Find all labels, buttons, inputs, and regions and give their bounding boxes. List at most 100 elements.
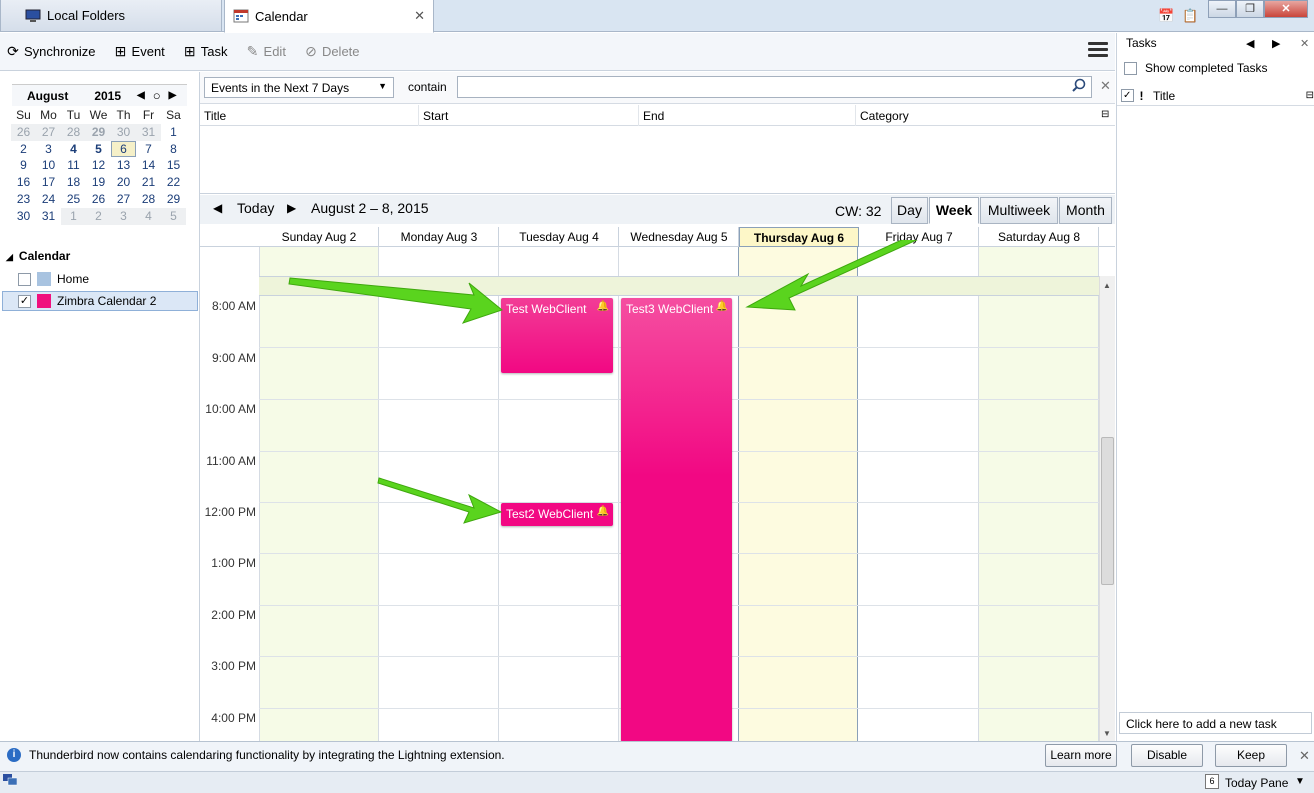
- close-icon[interactable]: ✕: [414, 8, 425, 24]
- day-cell[interactable]: 28: [136, 191, 161, 208]
- day-cell[interactable]: 20: [111, 174, 136, 191]
- delete-button[interactable]: ⊘ Delete: [304, 43, 359, 60]
- clear-search-icon[interactable]: ✕: [1100, 78, 1111, 94]
- collapse-icon[interactable]: ◢: [6, 252, 13, 262]
- tab-calendar[interactable]: Calendar ✕: [224, 0, 434, 33]
- today-circle-icon[interactable]: ○: [153, 88, 161, 103]
- minicalendar-month[interactable]: August: [27, 89, 68, 103]
- keep-button[interactable]: Keep: [1215, 744, 1287, 767]
- online-status-icon[interactable]: [3, 774, 18, 789]
- day-cell[interactable]: 4: [61, 141, 86, 158]
- column-picker-icon[interactable]: ⊟: [1306, 90, 1314, 101]
- calendar-checkbox[interactable]: [18, 272, 31, 286]
- next-month-icon[interactable]: ▶: [169, 90, 177, 101]
- priority-column[interactable]: !: [1140, 89, 1151, 103]
- view-tab-multiweek[interactable]: Multiweek: [980, 197, 1058, 224]
- day-cell[interactable]: 22: [161, 174, 186, 191]
- next-pane-icon[interactable]: ▶: [1272, 37, 1280, 50]
- day-cell[interactable]: 31: [136, 123, 161, 141]
- day-cell[interactable]: 27: [111, 191, 136, 208]
- day-cell[interactable]: 10: [36, 157, 61, 174]
- chevron-down-icon[interactable]: ▼: [1295, 776, 1305, 787]
- day-cell[interactable]: 5: [86, 141, 111, 158]
- day-cell[interactable]: 15: [161, 157, 186, 174]
- day-cell[interactable]: 2: [11, 141, 36, 158]
- new-event-button[interactable]: ⊞ Event: [114, 43, 165, 60]
- day-cell[interactable]: 26: [11, 123, 36, 141]
- scroll-down-icon[interactable]: ▼: [1103, 729, 1111, 738]
- menu-icon[interactable]: [1088, 42, 1108, 60]
- close-icon[interactable]: ✕: [1299, 748, 1310, 764]
- day-cell[interactable]: 12: [86, 157, 111, 174]
- column-title[interactable]: Title: [200, 105, 419, 126]
- day-cell[interactable]: 30: [111, 123, 136, 141]
- close-window-icon[interactable]: ✕: [1264, 0, 1308, 18]
- minimize-icon[interactable]: —: [1208, 0, 1236, 18]
- learn-more-button[interactable]: Learn more: [1045, 744, 1117, 767]
- day-cell[interactable]: 2: [86, 207, 111, 225]
- previous-week-icon[interactable]: ◀: [213, 201, 222, 215]
- close-icon[interactable]: ✕: [1300, 37, 1309, 50]
- day-cell[interactable]: 28: [61, 123, 86, 141]
- day-cell[interactable]: 21: [136, 174, 161, 191]
- day-cell[interactable]: 25: [61, 191, 86, 208]
- calendar-list-header[interactable]: ◢ Calendar: [6, 249, 70, 263]
- column-start[interactable]: Start: [419, 105, 639, 126]
- calendar-item-home[interactable]: Home: [2, 269, 198, 289]
- day-cell[interactable]: 29: [86, 123, 111, 141]
- column-picker-icon[interactable]: ⊟: [1101, 105, 1115, 125]
- previous-pane-icon[interactable]: ◀: [1246, 37, 1254, 50]
- show-completed-checkbox[interactable]: Show completed Tasks: [1124, 61, 1268, 75]
- search-icon[interactable]: [1072, 78, 1086, 95]
- completed-column-icon[interactable]: ✓: [1121, 89, 1134, 102]
- day-cell[interactable]: 26: [86, 191, 111, 208]
- view-tab-month[interactable]: Month: [1059, 197, 1112, 224]
- day-cell[interactable]: 23: [11, 191, 36, 208]
- event-filter-select[interactable]: Events in the Next 7 Days ▼: [204, 77, 394, 98]
- prev-month-icon[interactable]: ◀: [137, 90, 145, 101]
- disable-button[interactable]: Disable: [1131, 744, 1203, 767]
- view-tab-week[interactable]: Week: [929, 197, 979, 224]
- day-cell[interactable]: 30: [11, 208, 36, 225]
- day-cell[interactable]: 27: [36, 123, 61, 141]
- day-cell[interactable]: 3: [111, 207, 136, 225]
- day-cell[interactable]: 4: [136, 207, 161, 225]
- minicalendar-year[interactable]: 2015: [94, 89, 121, 103]
- day-header[interactable]: Saturday Aug 8: [979, 227, 1099, 247]
- maximize-icon[interactable]: ❐: [1236, 0, 1264, 18]
- day-cell-today[interactable]: 6: [111, 140, 136, 158]
- column-category[interactable]: Category: [856, 105, 1101, 126]
- day-cell[interactable]: 13: [111, 157, 136, 174]
- day-cell[interactable]: 5: [161, 207, 186, 225]
- day-cell[interactable]: 1: [161, 124, 186, 141]
- synchronize-button[interactable]: ⟳ Synchronize: [6, 43, 95, 60]
- scroll-up-icon[interactable]: ▲: [1103, 281, 1111, 290]
- scrollbar-thumb[interactable]: [1101, 437, 1114, 585]
- day-cell[interactable]: 29: [161, 191, 186, 208]
- column-end[interactable]: End: [639, 105, 856, 126]
- checkbox[interactable]: [1124, 61, 1137, 75]
- tab-local-folders[interactable]: Local Folders: [0, 0, 222, 32]
- day-cell[interactable]: 3: [36, 141, 61, 158]
- day-cell[interactable]: 14: [136, 157, 161, 174]
- new-task-button[interactable]: ⊞ Task: [183, 43, 228, 60]
- day-cell[interactable]: 17: [36, 174, 61, 191]
- search-input[interactable]: [457, 76, 1092, 98]
- day-cell[interactable]: 18: [61, 174, 86, 191]
- edit-button[interactable]: ✎ Edit: [246, 43, 286, 60]
- day-cell[interactable]: 7: [136, 141, 161, 158]
- day-cell[interactable]: 24: [36, 191, 61, 208]
- title-column[interactable]: Title: [1153, 89, 1306, 103]
- calendar-item-zimbra[interactable]: ✓ Zimbra Calendar 2: [2, 291, 198, 311]
- calendar-checkbox[interactable]: ✓: [18, 294, 31, 308]
- calendar-mode-icon[interactable]: 📅: [1158, 8, 1174, 24]
- day-cell[interactable]: 31: [36, 208, 61, 225]
- day-cell[interactable]: 1: [61, 207, 86, 225]
- day-cell[interactable]: 8: [161, 141, 186, 158]
- next-week-icon[interactable]: ▶: [287, 201, 296, 215]
- today-button[interactable]: Today: [237, 200, 274, 216]
- day-cell[interactable]: 11: [61, 157, 86, 174]
- view-tab-day[interactable]: Day: [891, 197, 928, 224]
- day-cell[interactable]: 9: [11, 157, 36, 174]
- add-task-input[interactable]: Click here to add a new task: [1119, 712, 1312, 734]
